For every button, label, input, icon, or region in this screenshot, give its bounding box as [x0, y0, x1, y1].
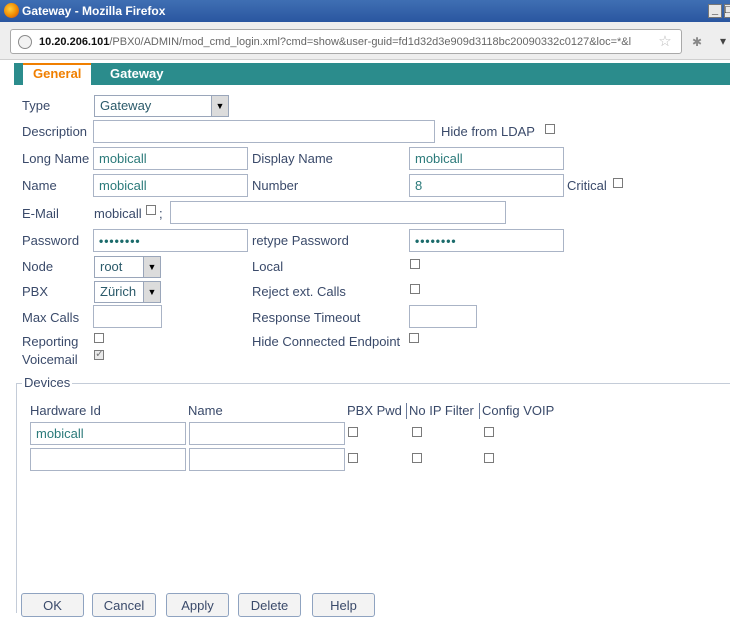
reporting-label: Reporting [22, 334, 79, 349]
reporting-checkbox[interactable] [94, 333, 104, 343]
col-hardware-id: Hardware Id [30, 403, 101, 418]
no-ip-filter-checkbox[interactable] [412, 453, 422, 463]
type-label: Type [22, 98, 51, 113]
tab-strip: General Gateway [14, 63, 730, 85]
response-timeout-label: Response Timeout [252, 310, 361, 325]
device-name-field[interactable] [189, 422, 345, 445]
minimize-button[interactable]: _ [708, 4, 722, 18]
description-field[interactable] [93, 120, 435, 143]
email-field[interactable] [170, 201, 506, 224]
local-label: Local [252, 259, 284, 274]
name-label: Name [22, 178, 57, 193]
window-title: Gateway - Mozilla Firefox [22, 4, 166, 18]
chevron-down-icon: ▼ [211, 96, 228, 116]
address-path: /PBX0/ADMIN/mod_cmd_login.xml?cmd=show&u… [109, 36, 632, 48]
bookmark-star-icon[interactable]: ☆ [655, 32, 675, 50]
address-host: 10.20.206.101 [39, 36, 110, 48]
reject-ext-calls-label: Reject ext. Calls [252, 284, 346, 299]
pbx-pwd-checkbox[interactable] [348, 453, 358, 463]
response-timeout-field[interactable] [409, 305, 477, 328]
hide-ldap-checkbox[interactable] [545, 124, 555, 134]
help-button[interactable]: Help [312, 593, 375, 617]
retype-password-field[interactable]: •••••••• [409, 229, 564, 252]
display-name-label: Display Name [252, 151, 333, 166]
maximize-button[interactable]: □ [724, 4, 730, 18]
email-label: E-Mail [22, 206, 59, 221]
tab-general[interactable]: General [23, 63, 92, 85]
voicemail-checkbox[interactable] [94, 347, 104, 360]
long-name-label: Long Name [22, 151, 90, 166]
email-separator: ; [159, 206, 163, 221]
email-prefix: mobicall [94, 206, 142, 221]
devices-divider [16, 383, 730, 384]
config-voip-checkbox[interactable] [484, 427, 494, 437]
chevron-down-icon: ▼ [143, 257, 160, 277]
device-name-field[interactable] [189, 448, 345, 471]
password-field[interactable]: •••••••• [93, 229, 248, 252]
column-separator [479, 403, 480, 419]
pbx-label: PBX [22, 284, 49, 299]
hide-connected-endpoint-label: Hide Connected Endpoint [252, 334, 401, 349]
critical-checkbox[interactable] [613, 178, 623, 188]
delete-button[interactable]: Delete [238, 593, 301, 617]
chevron-down-icon[interactable]: ▾ [720, 34, 726, 48]
address-text: 10.20.206.101/PBX0/ADMIN/mod_cmd_login.x… [39, 36, 631, 48]
node-select-value: root [100, 259, 123, 274]
hide-connected-endpoint-checkbox[interactable] [409, 333, 419, 343]
type-select[interactable]: Gateway ▼ [94, 95, 229, 117]
number-field[interactable]: 8 [409, 174, 564, 197]
password-label: Password [22, 233, 80, 248]
local-checkbox[interactable] [410, 259, 420, 269]
hardware-id-field[interactable]: mobicall [30, 422, 186, 445]
devices-legend-text: Devices [24, 375, 71, 390]
cancel-button[interactable]: Cancel [92, 593, 156, 617]
retype-password-label: retype Password [252, 233, 349, 248]
addon-icon[interactable]: ✱ [692, 35, 702, 49]
hardware-id-field[interactable] [30, 448, 186, 471]
node-label: Node [22, 259, 54, 274]
config-voip-checkbox[interactable] [484, 453, 494, 463]
long-name-field[interactable]: mobicall [93, 147, 248, 170]
pbx-pwd-checkbox[interactable] [348, 427, 358, 437]
description-label: Description [22, 124, 88, 139]
col-no-ip-filter: No IP Filter [409, 403, 474, 418]
pbx-select[interactable]: Zürich ▼ [94, 281, 161, 303]
col-name: Name [188, 403, 223, 418]
address-field[interactable]: 10.20.206.101/PBX0/ADMIN/mod_cmd_login.x… [10, 29, 682, 54]
max-calls-label: Max Calls [22, 310, 80, 325]
window-titlebar: Gateway - Mozilla Firefox _ □ [0, 0, 730, 22]
firefox-icon [4, 3, 19, 18]
email-checkbox[interactable] [146, 205, 156, 215]
voicemail-label: Voicemail [22, 352, 78, 367]
url-bar: 10.20.206.101/PBX0/ADMIN/mod_cmd_login.x… [0, 22, 730, 60]
type-select-value: Gateway [100, 98, 152, 113]
col-pbx-pwd: PBX Pwd [347, 403, 402, 418]
ok-button[interactable]: OK [21, 593, 84, 617]
devices-border-left [16, 383, 17, 613]
name-field[interactable]: mobicall [93, 174, 248, 197]
apply-button[interactable]: Apply [166, 593, 229, 617]
col-config-voip: Config VOIP [482, 403, 555, 418]
display-name-field[interactable]: mobicall [409, 147, 564, 170]
max-calls-field[interactable] [93, 305, 162, 328]
node-select[interactable]: root ▼ [94, 256, 161, 278]
devices-legend: Devices [22, 375, 73, 390]
no-ip-filter-checkbox[interactable] [412, 427, 422, 437]
reject-ext-calls-checkbox[interactable] [410, 284, 420, 294]
tab-gateway[interactable]: Gateway [100, 63, 173, 85]
critical-label: Critical [567, 178, 607, 193]
number-label: Number [252, 178, 299, 193]
site-identity-icon[interactable] [18, 35, 32, 49]
column-separator [406, 403, 407, 419]
pbx-select-value: Zürich [100, 284, 137, 299]
chevron-down-icon: ▼ [143, 282, 160, 302]
hide-ldap-label: Hide from LDAP [441, 124, 535, 139]
